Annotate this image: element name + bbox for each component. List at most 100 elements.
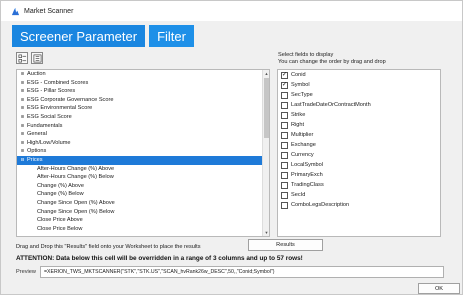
preview-label: Preview (16, 269, 36, 275)
field-label: ComboLegsDescription (291, 202, 350, 208)
field-checkbox[interactable] (281, 101, 288, 109)
field-item[interactable]: Exchange (278, 140, 440, 150)
tree-item-label: ESG - Pillar Scores (27, 88, 76, 95)
field-checkbox[interactable] (281, 171, 288, 179)
tree-category-item[interactable]: ⊞ ESG Corporate Governance Score (17, 96, 269, 105)
field-label: Right (291, 122, 305, 128)
collapse-all-icon (33, 54, 41, 62)
tree-item-label: ESG Social Score (27, 113, 72, 120)
tree-leaf-item[interactable]: Change Since Open (%) Above (17, 199, 269, 208)
field-checkbox[interactable]: ✓ (281, 81, 288, 89)
field-label: Currency (291, 152, 314, 158)
field-label: Symbol (291, 82, 310, 88)
tree-item-label: Fundamentals (27, 122, 63, 129)
field-checkbox[interactable] (281, 181, 288, 189)
tree-category-item[interactable]: ⊞ ESG Social Score (17, 113, 269, 122)
fields-hint-line2: You can change the order by drag and dro… (278, 59, 386, 65)
field-label: Exchange (291, 142, 316, 148)
fields-hint-line1: Select fields to display (278, 52, 334, 58)
tree-leaf-item[interactable]: Change Since Open (%) Below (17, 208, 269, 217)
tree-leaf-item[interactable]: Close Price Below (17, 225, 269, 234)
drag-instruction-text: Drag and Drop this "Results" field onto … (16, 243, 201, 250)
field-checkbox[interactable] (281, 161, 288, 169)
tree-leaf-item[interactable]: Change (%) Below (17, 190, 269, 199)
field-label: Multiplier (291, 132, 314, 138)
fields-hint: Select fields to display You can change … (278, 52, 386, 66)
field-checkbox[interactable]: ✓ (281, 71, 288, 79)
tab-filter[interactable]: Filter (149, 25, 194, 47)
field-item[interactable]: ✓ Conid (278, 70, 440, 80)
field-item[interactable]: LastTradeDateOrContractMonth (278, 100, 440, 110)
tree-category-item[interactable]: ⊞ ESG Environmental Score (17, 104, 269, 113)
tree-item-label: Change (%) Above (37, 182, 84, 189)
field-checkbox[interactable] (281, 191, 288, 199)
scanner-parameter-tree[interactable]: ⊞ Auction ⊞ ESG - Combined Scores ⊞ ESG - Pil… (16, 69, 270, 237)
tree-category-item[interactable]: ⊞ General (17, 130, 269, 139)
field-checkbox[interactable] (281, 131, 288, 139)
field-item[interactable]: Currency (278, 150, 440, 160)
tree-item-label: High/Low/Volume (27, 139, 71, 146)
tree-leaf-item[interactable]: After-Hours Change (%) Below (17, 173, 269, 182)
tree-leaf-item[interactable]: Close Price Above (17, 216, 269, 225)
field-item[interactable]: PrimaryExch (278, 170, 440, 180)
field-item[interactable]: LocalSymbol (278, 160, 440, 170)
field-label: Strike (291, 112, 306, 118)
tree-item-label: Prices (27, 156, 43, 163)
ok-button[interactable]: OK (418, 283, 460, 294)
tree-item-label: ESG Environmental Score (27, 105, 93, 112)
tab-bar: Screener Parameter Filter (12, 25, 194, 47)
results-button[interactable]: Results (248, 239, 323, 251)
field-label: SecId (291, 192, 306, 198)
drag-instruction: Drag and Drop this "Results" field onto … (16, 241, 441, 252)
tree-leaf-item[interactable]: After-Hours Change (%) Above (17, 165, 269, 174)
fields-list: ✓ Conid ✓ Symbol SecType LastTradeDateOrContr… (277, 69, 441, 237)
window-title: Market Scanner (24, 7, 74, 15)
tree-item-label: Close Price Below (37, 225, 83, 232)
field-checkbox[interactable] (281, 151, 288, 159)
field-item[interactable]: Multiplier (278, 130, 440, 140)
preview-formula-field[interactable]: =XERION_TWS_MKTSCANNER("STK","STK.US","S… (40, 266, 444, 278)
tree-category-item[interactable]: ⊞ Fundamentals (17, 122, 269, 131)
field-checkbox[interactable] (281, 91, 288, 99)
tree-category-item[interactable]: ⊞ Options (17, 147, 269, 156)
tree-category-item[interactable]: ⊟ Prices (17, 155, 269, 165)
tree-item-label: Change Since Open (%) Above (37, 199, 115, 206)
tree-item-label: After-Hours Change (%) Below (37, 174, 114, 181)
tree-leaf-item[interactable]: Change (%) Above (17, 182, 269, 191)
collapse-all-button[interactable] (31, 52, 43, 64)
expand-all-icon (18, 54, 26, 62)
scroll-thumb[interactable] (264, 78, 269, 138)
field-item[interactable]: SecType (278, 90, 440, 100)
tree-item-label: General (27, 131, 47, 138)
field-label: PrimaryExch (291, 172, 323, 178)
tree-item-label: Close Price Above (37, 217, 83, 224)
tree-category-item[interactable]: ⊞ ESG - Pillar Scores (17, 87, 269, 96)
tab-screener-parameter[interactable]: Screener Parameter (12, 25, 146, 47)
tree-category-item[interactable]: ⊞ ESG - Combined Scores (17, 79, 269, 88)
field-item[interactable]: SecId (278, 190, 440, 200)
attention-message: ATTENTION: Data below this cell will be … (16, 255, 303, 262)
field-item[interactable]: ✓ Symbol (278, 80, 440, 90)
field-checkbox[interactable] (281, 201, 288, 209)
tree-item-label: Options (27, 148, 47, 155)
tree-item-label: Change Since Open (%) Below (37, 208, 115, 215)
field-item[interactable]: Right (278, 120, 440, 130)
field-label: TradingClass (291, 182, 324, 188)
scroll-down-arrow-icon[interactable]: ▼ (263, 229, 269, 236)
tree-category-item[interactable]: ⊞ High/Low/Volume (17, 139, 269, 148)
scroll-up-arrow-icon[interactable]: ▲ (263, 70, 269, 77)
tree-item-label: Change (%) Below (37, 191, 84, 198)
field-checkbox[interactable] (281, 141, 288, 149)
field-item[interactable]: TradingClass (278, 180, 440, 190)
tree-scrollbar[interactable]: ▲ ▼ (262, 70, 269, 236)
expand-all-button[interactable] (16, 52, 28, 64)
field-checkbox[interactable] (281, 111, 288, 119)
tree-category-item[interactable]: ⊞ Auction (17, 70, 269, 79)
tree-item-label: Auction (27, 71, 46, 77)
market-scanner-icon (11, 7, 20, 15)
field-item[interactable]: ComboLegsDescription (278, 200, 440, 210)
field-label: Conid (291, 72, 306, 78)
field-checkbox[interactable] (281, 121, 288, 129)
field-label: LastTradeDateOrContractMonth (291, 102, 371, 108)
field-item[interactable]: Strike (278, 110, 440, 120)
